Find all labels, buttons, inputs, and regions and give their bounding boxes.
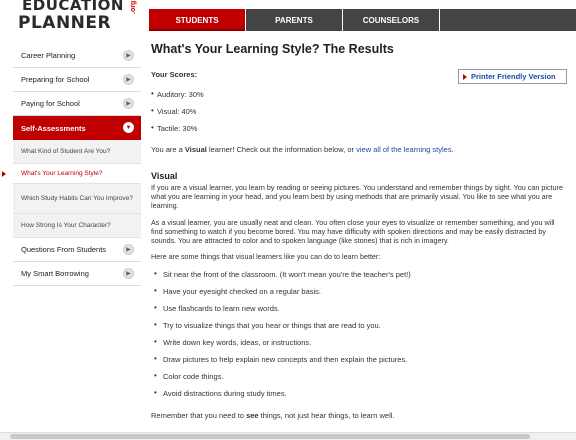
nav-filler bbox=[440, 9, 576, 31]
top-navigation: STUDENTS PARENTS COUNSELORS bbox=[149, 9, 576, 31]
sidebar-item-label: Career Planning bbox=[21, 51, 76, 60]
tip-item: Try to visualize things that you hear or… bbox=[151, 320, 567, 338]
chevron-right-icon: ▶ bbox=[123, 74, 134, 85]
sidebar-subitem-what-kind-of-student[interactable]: What Kind of Student Are You? bbox=[13, 140, 141, 164]
sidebar-subitem-character[interactable]: How Strong Is Your Character? bbox=[13, 214, 141, 238]
page-title: What's Your Learning Style? The Results bbox=[151, 42, 394, 56]
score-tactile: Tactile: 30% bbox=[151, 123, 204, 141]
tips-list: Sit near the front of the classroom. (It… bbox=[151, 269, 567, 406]
tab-students[interactable]: STUDENTS bbox=[149, 9, 245, 31]
learner-text-end: . bbox=[451, 145, 454, 154]
score-auditory: Auditory: 30% bbox=[151, 89, 204, 107]
visual-traits-paragraph: As a visual learner, you are usually nea… bbox=[151, 218, 555, 245]
tip-item: Sit near the front of the classroom. (It… bbox=[151, 269, 567, 287]
sidebar-subitem-label: What's Your Learning Style? bbox=[21, 170, 103, 177]
scores-label: Your Scores: bbox=[151, 70, 198, 79]
closing-text-pre: Remember that you need to bbox=[151, 411, 247, 420]
logo-suffix: .org bbox=[130, 0, 137, 14]
learner-text-pre: You are a bbox=[151, 145, 185, 154]
sidebar-item-paying-for-school[interactable]: Paying for School ▶ bbox=[13, 92, 141, 116]
tip-item: Draw pictures to help explain new concep… bbox=[151, 354, 567, 372]
sidebar-item-my-smart-borrowing[interactable]: My Smart Borrowing ▶ bbox=[13, 262, 141, 286]
sidebar-subitem-label: What Kind of Student Are You? bbox=[21, 148, 111, 155]
learner-text-mid: learner! Check out the information below… bbox=[206, 145, 357, 154]
sidebar-item-career-planning[interactable]: Career Planning ▶ bbox=[13, 44, 141, 68]
printer-friendly-label: Printer Friendly Version bbox=[471, 72, 556, 81]
chevron-down-icon: ▼ bbox=[123, 122, 134, 133]
closing-text-post: things, not just hear things, to learn w… bbox=[258, 411, 395, 420]
sidebar-item-label: Self-Assessments bbox=[21, 123, 86, 133]
chevron-right-icon: ▶ bbox=[123, 50, 134, 61]
horizontal-scrollbar[interactable] bbox=[0, 432, 576, 440]
tip-item: Write down key words, ideas, or instruct… bbox=[151, 337, 567, 355]
closing-text-bold: see bbox=[246, 411, 259, 420]
chevron-right-icon: ▶ bbox=[123, 244, 134, 255]
arrow-right-icon bbox=[463, 73, 467, 80]
current-page-marker-icon bbox=[2, 170, 6, 177]
sidebar: Career Planning ▶ Preparing for School ▶… bbox=[2, 44, 141, 286]
sidebar-subitem-label: Which Study Habits Can You Improve? bbox=[21, 195, 134, 202]
printer-friendly-button[interactable]: Printer Friendly Version bbox=[458, 69, 567, 84]
sidebar-item-label: Questions From Students bbox=[21, 245, 107, 254]
sidebar-subitem-learning-style[interactable]: What's Your Learning Style? bbox=[2, 164, 141, 184]
tip-item: Use flashcards to learn new words. bbox=[151, 303, 567, 321]
tab-counselors[interactable]: COUNSELORS bbox=[343, 9, 439, 31]
sidebar-item-preparing-for-school[interactable]: Preparing for School ▶ bbox=[13, 68, 141, 92]
sidebar-item-label: My Smart Borrowing bbox=[21, 269, 89, 278]
main-content: What's Your Learning Style? The Results … bbox=[151, 42, 567, 420]
sidebar-item-label: Preparing for School bbox=[21, 75, 90, 84]
sidebar-item-questions-from-students[interactable]: Questions From Students ▶ bbox=[13, 238, 141, 262]
sidebar-subitem-study-habits[interactable]: Which Study Habits Can You Improve? bbox=[13, 184, 141, 214]
tips-intro-paragraph: Here are some things that visual learner… bbox=[151, 252, 381, 261]
tab-parents[interactable]: PARENTS bbox=[246, 9, 342, 31]
closing-text: Remember that you need to see things, no… bbox=[151, 411, 567, 420]
education-planner-logo[interactable]: EDUCATION PLANNER .org bbox=[18, 0, 138, 40]
chevron-right-icon: ▶ bbox=[123, 268, 134, 279]
scrollbar-thumb[interactable] bbox=[10, 434, 530, 439]
visual-description-paragraph: If you are a visual learner, you learn b… bbox=[151, 183, 563, 210]
learner-type: Visual bbox=[184, 145, 207, 154]
sidebar-subitem-label: How Strong Is Your Character? bbox=[21, 222, 111, 229]
learner-result-text: You are a Visual learner! Check out the … bbox=[151, 145, 567, 154]
tip-item: Color code things. bbox=[151, 371, 567, 389]
sidebar-item-self-assessments[interactable]: Self-Assessments ▼ bbox=[13, 116, 141, 140]
view-all-learning-styles-link[interactable]: view all of the learning styles bbox=[356, 145, 451, 154]
score-visual: Visual: 40% bbox=[151, 106, 204, 124]
sidebar-item-label: Paying for School bbox=[21, 99, 80, 108]
section-heading-visual: Visual bbox=[151, 171, 178, 181]
logo-line-1: EDUCATION bbox=[22, 0, 124, 14]
chevron-right-icon: ▶ bbox=[123, 98, 134, 109]
scores-list: Auditory: 30% Visual: 40% Tactile: 30% bbox=[151, 89, 204, 141]
tip-item: Have your eyesight checked on a regular … bbox=[151, 286, 567, 304]
logo-line-2: PLANNER bbox=[18, 13, 112, 33]
tip-item: Avoid distractions during study times. bbox=[151, 388, 567, 406]
